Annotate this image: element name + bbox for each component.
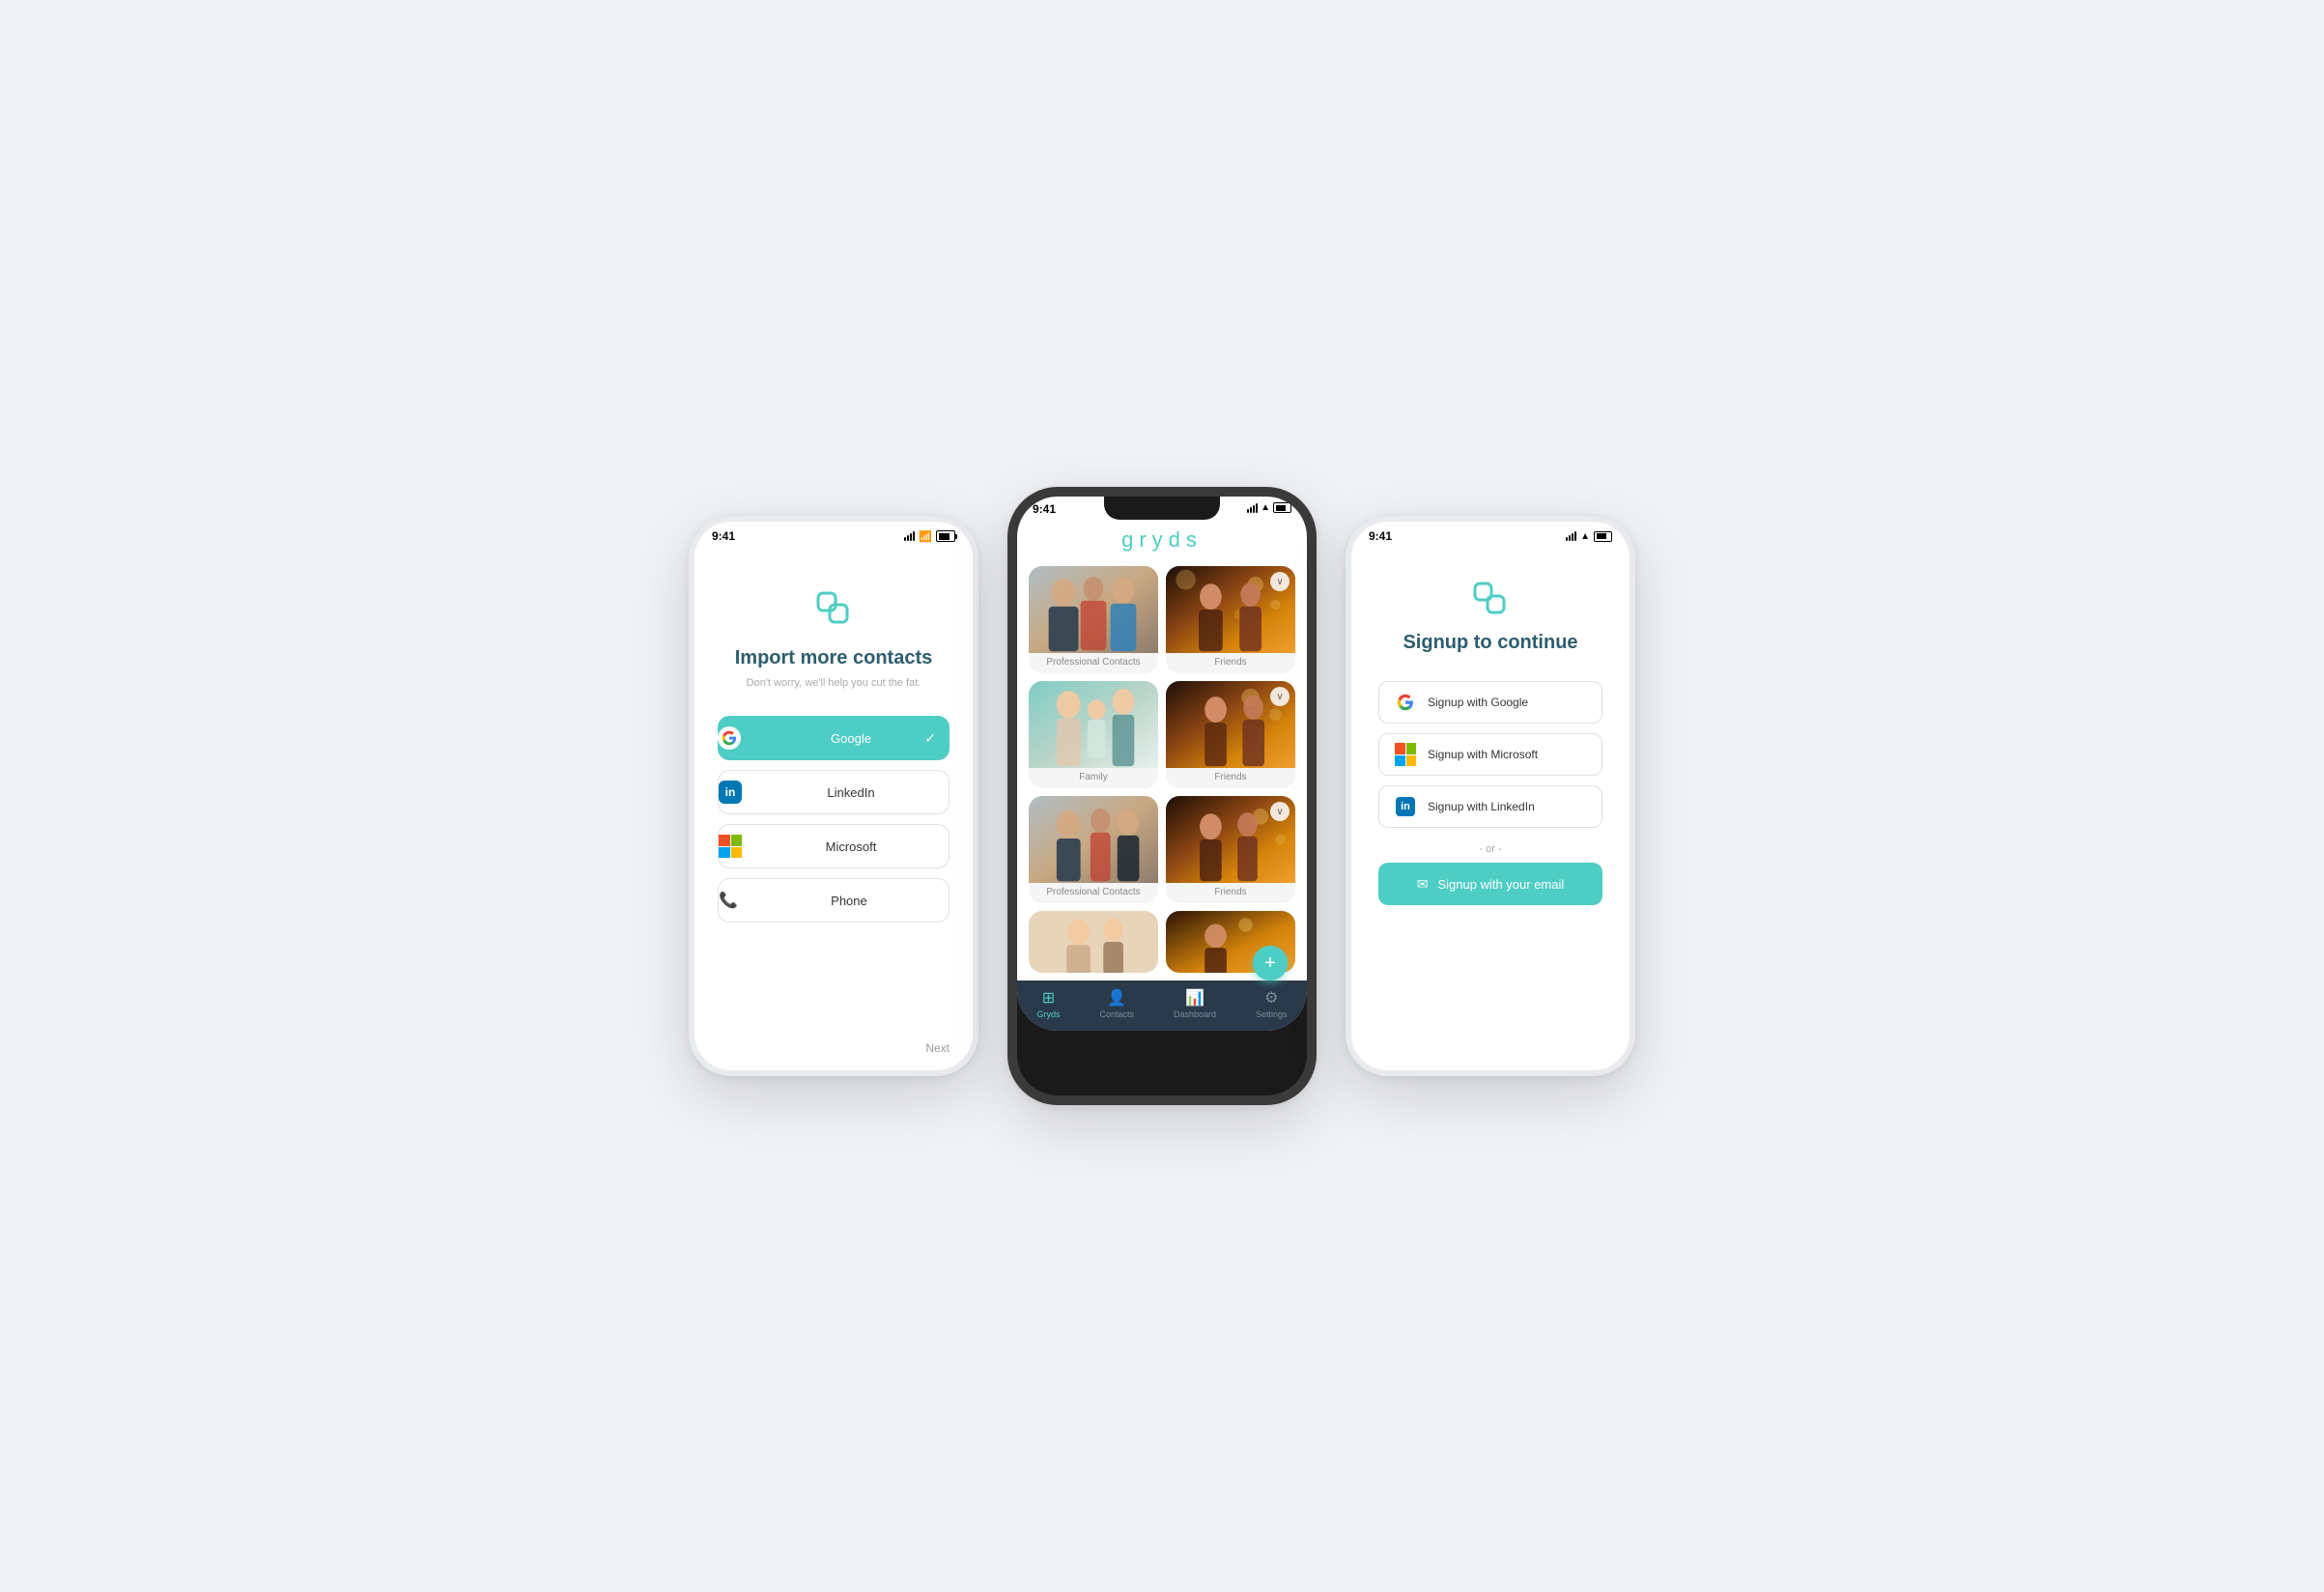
google-btn-label: Google (752, 731, 949, 746)
nav-contacts-label: Contacts (1099, 1009, 1134, 1019)
wifi-icon-center: ▲ (1261, 502, 1270, 513)
card-image-partial1 (1029, 911, 1158, 973)
right-screen: 9:41 ▲ (1351, 522, 1630, 1070)
logo-icon-left (810, 585, 857, 632)
linkedin-btn-label: LinkedIn (753, 785, 949, 800)
logo-icon-right (1469, 578, 1512, 620)
status-bar-right: 9:41 ▲ (1351, 522, 1630, 547)
signup-microsoft-label: Signup with Microsoft (1428, 748, 1538, 761)
microsoft-btn-label: Microsoft (753, 839, 949, 854)
signup-title: Signup to continue (1403, 632, 1577, 654)
google-icon (718, 726, 741, 750)
linkedin-import-button[interactable]: in LinkedIn (718, 770, 949, 814)
card-label-friends2: Friends (1166, 768, 1295, 788)
signal-icon (904, 531, 915, 541)
status-icons-right: ▲ (1566, 531, 1612, 542)
signup-google-icon (1395, 692, 1416, 713)
signal-icon-right (1566, 531, 1576, 541)
right-content: Signup to continue Signup with Google (1351, 547, 1630, 1070)
card-label-family: Family (1029, 768, 1158, 788)
card-image-pro2 (1029, 796, 1158, 883)
or-divider: - or - (1479, 843, 1501, 855)
battery-icon (936, 530, 955, 542)
card-image-family (1029, 681, 1158, 768)
gryds-logo: gryds (1017, 516, 1307, 562)
card-partial-1[interactable] (1029, 911, 1158, 973)
check-icon: ✓ (924, 730, 936, 747)
import-title: Import more contacts (735, 647, 932, 669)
card-menu-btn-friends1[interactable]: ∨ (1270, 572, 1290, 591)
time-right: 9:41 (1369, 529, 1392, 543)
phone-icon: 📞 (719, 891, 738, 910)
card-label-pro1: Professional Contacts (1029, 653, 1158, 673)
microsoft-import-button[interactable]: Microsoft (718, 824, 949, 868)
gryds-nav-icon: ⊞ (1042, 988, 1055, 1008)
email-icon: ✉ (1417, 876, 1429, 893)
notch (1104, 497, 1220, 520)
nav-contacts[interactable]: 👤 Contacts (1099, 988, 1134, 1019)
next-link[interactable]: Next (925, 1041, 949, 1055)
right-phone: 9:41 ▲ (1346, 516, 1635, 1076)
wifi-icon: 📶 (919, 530, 932, 543)
phone-import-button[interactable]: 📞 Phone (718, 878, 949, 923)
signal-icon-center (1247, 503, 1258, 513)
signup-google-button[interactable]: Signup with Google (1378, 681, 1602, 724)
card-image-pro1 (1029, 566, 1158, 653)
card-menu-btn-friends3[interactable]: ∨ (1270, 802, 1290, 821)
import-subtitle: Don't worry, we'll help you cut the fat. (747, 677, 921, 689)
status-bar-center: 9:41 ▲ (1017, 497, 1307, 516)
signup-microsoft-icon (1395, 744, 1416, 765)
phone-btn-label: Phone (750, 894, 949, 908)
status-icons-center: ▲ (1247, 502, 1291, 513)
google-import-button[interactable]: Google ✓ (718, 716, 949, 760)
linkedin-icon: in (719, 781, 742, 804)
card-family[interactable]: Family (1029, 681, 1158, 788)
card-label-pro2: Professional Contacts (1029, 883, 1158, 903)
signup-linkedin-icon: in (1395, 796, 1416, 817)
card-friends-2[interactable]: ∨ Friends (1166, 681, 1295, 788)
card-friends-1[interactable]: ∨ Friends (1166, 566, 1295, 673)
microsoft-icon (719, 835, 742, 858)
status-bar-left: 9:41 📶 (694, 522, 973, 547)
wifi-icon-right: ▲ (1580, 531, 1590, 542)
cards-grid: Professional Contacts (1017, 562, 1307, 981)
fab-add[interactable]: + (1253, 946, 1288, 981)
nav-settings[interactable]: ⚙ Settings (1256, 988, 1288, 1019)
card-professional-contacts-1[interactable]: Professional Contacts (1029, 566, 1158, 673)
signup-microsoft-button[interactable]: Signup with Microsoft (1378, 733, 1602, 776)
center-phone: 9:41 ▲ gryds (1007, 487, 1317, 1105)
left-screen: 9:41 📶 (694, 522, 973, 1070)
nav-dashboard-label: Dashboard (1174, 1009, 1216, 1019)
nav-gryds[interactable]: ⊞ Gryds (1036, 988, 1060, 1019)
battery-icon-center (1273, 502, 1291, 513)
signup-google-label: Signup with Google (1428, 696, 1528, 709)
left-content: Import more contacts Don't worry, we'll … (694, 547, 973, 1070)
card-label-friends1: Friends (1166, 653, 1295, 673)
nav-settings-label: Settings (1256, 1009, 1288, 1019)
nav-gryds-label: Gryds (1036, 1009, 1060, 1019)
dashboard-nav-icon: 📊 (1185, 988, 1205, 1008)
center-content: gryds (1017, 516, 1307, 1031)
card-menu-btn-friends2[interactable]: ∨ (1270, 687, 1290, 706)
card-friends-3[interactable]: ∨ Friends (1166, 796, 1295, 903)
time-left: 9:41 (712, 529, 735, 543)
nav-dashboard[interactable]: 📊 Dashboard (1174, 988, 1216, 1019)
card-professional-contacts-2[interactable]: Professional Contacts (1029, 796, 1158, 903)
signup-email-label: Signup with your email (1437, 877, 1564, 892)
card-label-friends3: Friends (1166, 883, 1295, 903)
app-scene: 9:41 📶 (582, 487, 1742, 1105)
battery-icon-right (1594, 531, 1612, 542)
bottom-nav: ⊞ Gryds 👤 Contacts 📊 Dashboard ⚙ Setting… (1017, 981, 1307, 1031)
signup-linkedin-label: Signup with LinkedIn (1428, 800, 1535, 813)
status-icons-left: 📶 (904, 530, 955, 543)
center-screen-wrapper: 9:41 ▲ (1017, 497, 1307, 516)
left-phone: 9:41 📶 (689, 516, 978, 1076)
time-center: 9:41 (1033, 502, 1056, 516)
signup-email-button[interactable]: ✉ Signup with your email (1378, 863, 1602, 905)
signup-linkedin-button[interactable]: in Signup with LinkedIn (1378, 785, 1602, 828)
contacts-nav-icon: 👤 (1107, 988, 1126, 1008)
settings-nav-icon: ⚙ (1264, 988, 1278, 1008)
